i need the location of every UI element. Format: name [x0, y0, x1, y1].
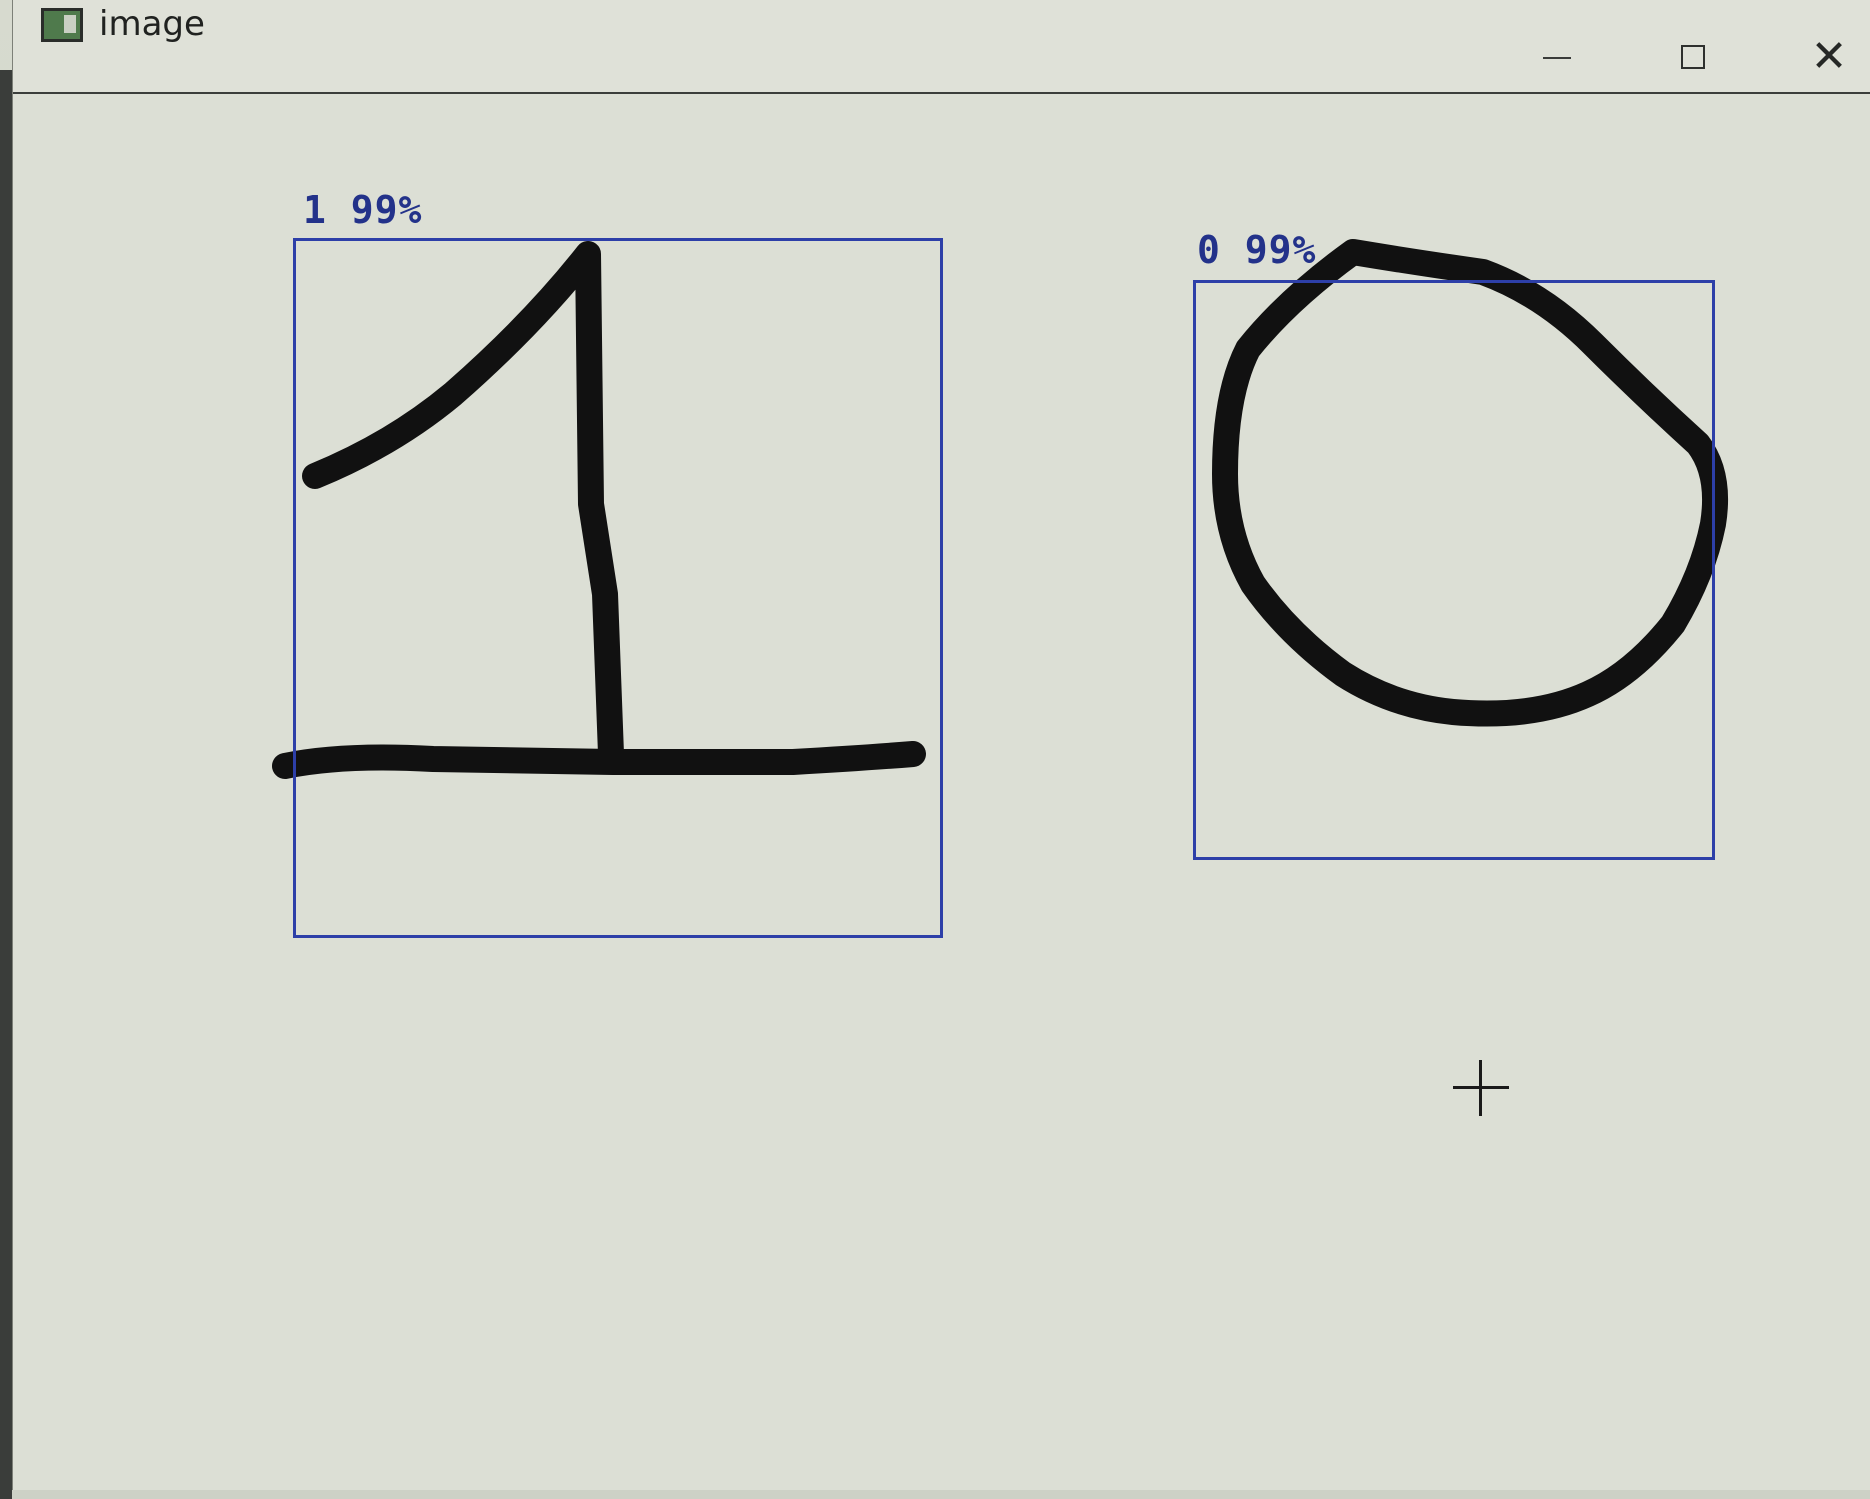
- detection-confidence-1: 99%: [350, 188, 423, 232]
- minimize-button[interactable]: [1525, 40, 1589, 90]
- app-window-icon: [41, 8, 83, 42]
- title-bar[interactable]: image ✕: [13, 0, 1870, 94]
- close-icon: ✕: [1810, 31, 1848, 82]
- minimize-icon: [1543, 57, 1571, 59]
- window-title: image: [99, 4, 205, 44]
- detection-label-1: 1 99%: [303, 188, 422, 232]
- screen-background: image ✕ 1 99% 0 99%: [0, 0, 1870, 1499]
- detection-label-2: 0 99%: [1197, 228, 1316, 272]
- crosshair-cursor-icon: [1453, 1060, 1509, 1116]
- detection-box-1: [293, 238, 943, 938]
- maximize-icon: [1681, 45, 1705, 69]
- detection-confidence-2: 99%: [1244, 228, 1317, 272]
- close-button[interactable]: ✕: [1797, 35, 1861, 90]
- maximize-button[interactable]: [1661, 40, 1725, 90]
- desktop-edge: [0, 70, 12, 1499]
- image-canvas[interactable]: 1 99% 0 99%: [13, 94, 1870, 1490]
- detection-class-2: 0: [1197, 228, 1221, 272]
- image-window: image ✕ 1 99% 0 99%: [12, 0, 1870, 1490]
- detection-box-2: [1193, 280, 1715, 860]
- detection-class-1: 1: [303, 188, 327, 232]
